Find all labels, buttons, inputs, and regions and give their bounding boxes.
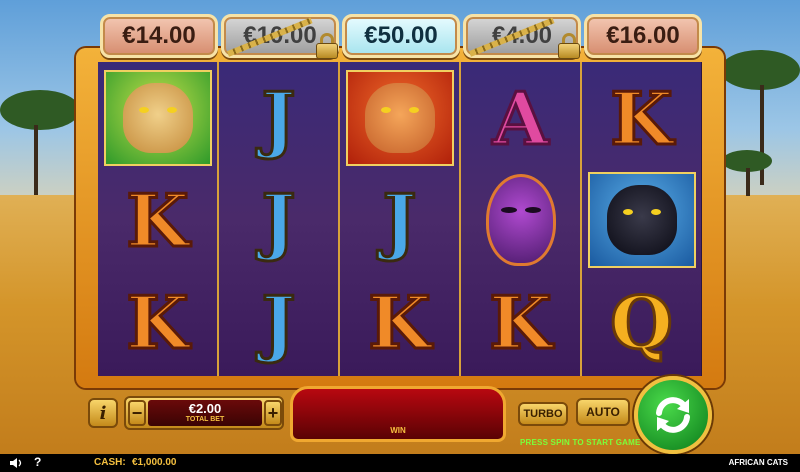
- reel-3-row-1-symbol: [340, 66, 459, 170]
- help-button[interactable]: ?: [34, 455, 41, 469]
- k-symbol: K: [488, 278, 554, 366]
- reel-3-row-3-symbol: K: [340, 270, 459, 374]
- game-title: AFRICAN CATS: [728, 458, 788, 467]
- win-display: WIN: [290, 386, 506, 442]
- turbo-button[interactable]: TURBO: [518, 402, 568, 426]
- spin-arrows-icon: [656, 397, 690, 433]
- reel-1-row-3-symbol: K: [98, 270, 217, 374]
- reel-5-row-1-symbol: K: [582, 66, 701, 170]
- padlock-icon: [558, 33, 580, 59]
- info-button[interactable]: i: [88, 398, 118, 428]
- panther-icon: [606, 185, 677, 255]
- reels-area: K K J J J J K A K K Q: [98, 62, 702, 376]
- k-symbol: K: [125, 278, 191, 366]
- lioness-icon: [364, 83, 435, 153]
- reel-4-row-3-symbol: K: [461, 270, 580, 374]
- cheetah-symbol: [103, 70, 212, 166]
- total-bet-value: €2.00: [188, 401, 222, 416]
- decrease-bet-button[interactable]: −: [128, 400, 146, 426]
- j-symbol: J: [260, 278, 297, 366]
- reel-1-row-1-symbol: [98, 66, 217, 170]
- reel-2-row-2-symbol: J: [219, 168, 338, 272]
- press-spin-hint: PRESS SPIN TO START GAME: [520, 438, 641, 447]
- increase-bet-button[interactable]: +: [264, 400, 282, 426]
- speaker-icon[interactable]: [10, 457, 24, 469]
- k-symbol: K: [609, 74, 675, 162]
- cash-label: CASH:: [94, 457, 126, 468]
- reel-5-row-3-symbol: Q: [582, 270, 701, 374]
- panther-symbol: [587, 172, 696, 268]
- padlock-icon: [316, 33, 338, 59]
- reel-4-row-2-symbol: [461, 168, 580, 272]
- total-bet-label: TOTAL BET: [185, 416, 225, 423]
- k-symbol: K: [367, 278, 433, 366]
- acacia-tree-left: [0, 80, 80, 200]
- cheetah-icon: [122, 83, 193, 153]
- j-symbol: J: [260, 74, 297, 162]
- acacia-tree-far-right: [722, 150, 772, 200]
- jackpot-5: €16.00: [584, 14, 702, 58]
- reel-2-row-3-symbol: J: [219, 270, 338, 374]
- jackpot-value: €16.00: [606, 22, 680, 49]
- tribal-mask-icon: [485, 174, 556, 266]
- a-symbol: A: [491, 74, 550, 162]
- jackpot-1: €14.00: [100, 14, 218, 58]
- control-bar: i − €2.00 TOTAL BET + WIN TURBO AUTO: [84, 386, 650, 442]
- reel-2-row-1-symbol: J: [219, 66, 338, 170]
- cash-value: €1,000.00: [132, 457, 177, 468]
- reel-5-row-2-symbol: [582, 168, 701, 272]
- reel-4-row-1-symbol: A: [461, 66, 580, 170]
- jackpot-4: €4.00: [463, 14, 581, 59]
- j-symbol: J: [260, 176, 297, 264]
- k-symbol: K: [125, 176, 191, 264]
- status-bar: ? CASH: €1,000.00 AFRICAN CATS: [0, 454, 800, 472]
- reel-1-row-2-symbol: K: [98, 168, 217, 272]
- bet-selector: − €2.00 TOTAL BET +: [124, 396, 284, 430]
- win-label: WIN: [390, 426, 406, 435]
- total-bet-display: €2.00 TOTAL BET: [148, 400, 262, 426]
- jackpot-2: €10.00: [221, 14, 339, 59]
- lioness-symbol: [345, 70, 454, 166]
- j-symbol: J: [381, 176, 418, 264]
- jackpot-bar: €14.00 €10.00 €50.00 €4.00 €16.00: [100, 14, 702, 60]
- jackpot-value: €14.00: [122, 22, 196, 49]
- jackpot-value: €50.00: [364, 22, 438, 49]
- reel-3-row-2-symbol: J: [340, 168, 459, 272]
- jackpot-3: €50.00: [342, 14, 460, 58]
- autoplay-button[interactable]: AUTO: [576, 398, 630, 426]
- spin-button[interactable]: [634, 376, 712, 454]
- q-symbol: Q: [609, 278, 675, 366]
